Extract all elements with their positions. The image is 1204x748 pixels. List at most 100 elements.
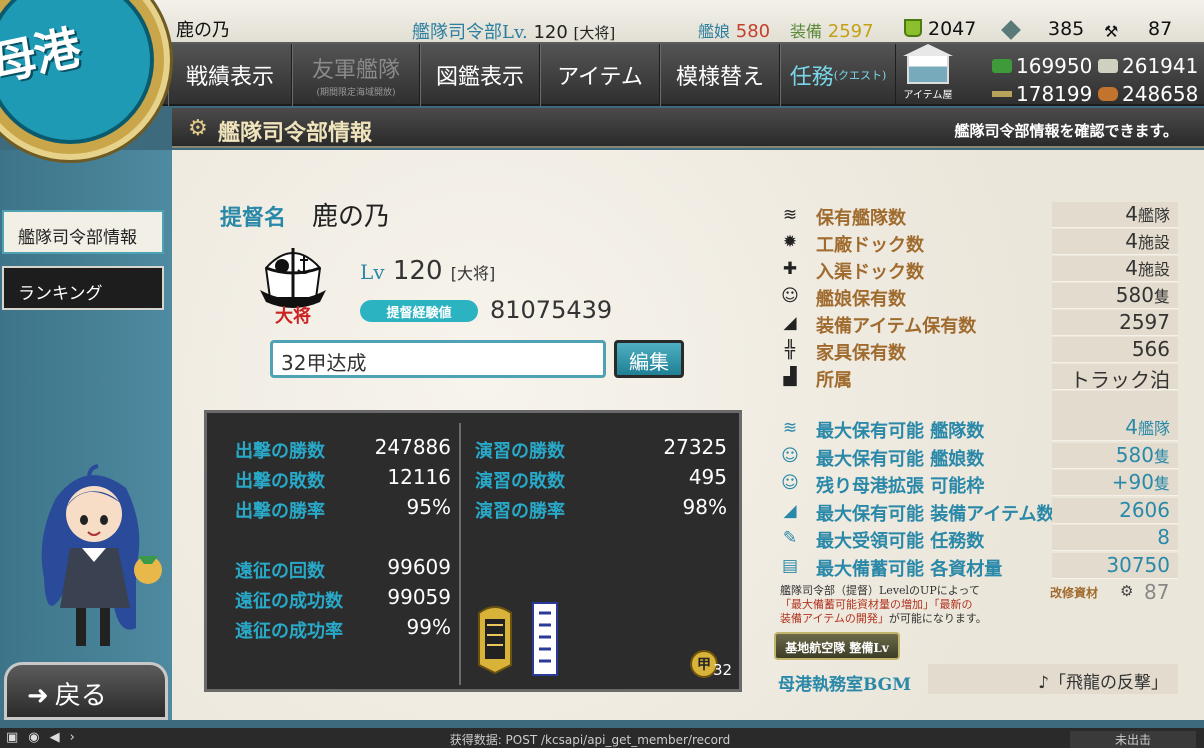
medal-count: 32: [713, 661, 733, 679]
section-title-bar: ⚙ 艦隊司令部情報 艦隊司令部情報を確認できます。: [172, 108, 1204, 148]
record-label: 出撃の勝率: [235, 501, 325, 522]
nav-battle-record[interactable]: 戦績表示: [168, 44, 292, 106]
stat-value: 4: [1125, 256, 1138, 280]
stat-row: ☺ 最大保有可能 艦娘数 580隻: [776, 442, 1178, 470]
stat-label: 工廠ドック数: [816, 235, 924, 256]
level-value: 120: [392, 256, 443, 286]
record-value: 99059: [387, 585, 451, 609]
nav-friend-fleet[interactable]: 友軍艦隊 (期間限定海域開放): [292, 44, 420, 106]
note-line: 「最大備蓄可能資材量の増加」「最新の: [780, 598, 973, 611]
note-line: 装備アイテムの開発」: [780, 612, 889, 625]
stat-icon: ≋: [782, 418, 798, 438]
record-label: 演習の勝数: [475, 441, 565, 462]
stat-label: 艦娘保有数: [816, 289, 906, 310]
screw-resource: ⚒ 87: [1104, 18, 1173, 41]
nav-friend-fleet-sub: (期間限定海域開放): [316, 88, 396, 98]
volume-icon[interactable]: ◀: [50, 730, 70, 745]
stat-icon: ✹: [782, 232, 798, 252]
app-status-bar: ▣◉◀› 获得数据: POST /kcsapi/api_get_member/r…: [0, 728, 1204, 748]
ship-count-label: 艦娘: [698, 22, 731, 41]
emblem-rank-text: 大将: [275, 305, 311, 327]
ribbon-medal-icon: [532, 602, 558, 676]
stat-label: 最大保有可能 艦隊数: [816, 421, 985, 442]
hq-rank: [大将]: [573, 24, 616, 42]
kou-medal-text: 甲: [697, 657, 711, 673]
stat-label: 最大保有可能 装備アイテム数: [816, 503, 1055, 525]
gear-icon: ⚙: [188, 116, 208, 141]
bgm-select[interactable]: ♪「飛龍の反撃」: [928, 664, 1178, 694]
stat-unit: 施設: [1137, 233, 1170, 252]
stat-value-box: 2606: [1052, 497, 1178, 524]
nav-items-label: アイテム: [557, 65, 643, 90]
stat-value-box: 580隻: [1052, 283, 1178, 309]
hq-level: 艦隊司令部Lv. 120 [大将]: [412, 18, 615, 44]
stat-label: 家具保有数: [816, 343, 906, 364]
camera-icon[interactable]: ◉: [28, 730, 49, 745]
stat-value: 4: [1125, 229, 1138, 253]
stat-value: 566: [1131, 337, 1170, 361]
stat-row: ☺ 艦娘保有数 580隻: [776, 283, 1178, 310]
logo-inner: 母港: [0, 0, 154, 144]
stat-value-box: 4施設: [1052, 256, 1178, 282]
screw-value: 87: [1148, 18, 1173, 40]
bucket-resource: 2047: [904, 18, 976, 40]
bucket-icon: [904, 19, 922, 37]
bauxite-value: 248658: [1122, 82, 1199, 106]
rank-emblem: 大将: [260, 248, 326, 327]
back-button[interactable]: ➜ 戻る: [4, 662, 168, 720]
comment-field[interactable]: 32甲达成: [270, 340, 606, 378]
ammo-value: 261941: [1122, 54, 1199, 78]
stat-value-box: 30750: [1052, 552, 1178, 579]
bauxite-resource: 248658: [1098, 82, 1198, 106]
stat-value-box: 4艦隊: [1052, 202, 1178, 228]
shop-icon: [903, 44, 953, 84]
hq-level-value: 120: [533, 22, 568, 43]
stat-label: 所属: [816, 370, 852, 391]
fuel-resource: 169950: [992, 54, 1092, 78]
edit-button[interactable]: 編集: [614, 340, 684, 378]
stat-row: ◢ 最大保有可能 装備アイテム数 2606: [776, 497, 1178, 525]
ammo-resource: 261941: [1098, 54, 1198, 78]
record-value: 98%: [682, 495, 727, 519]
equip-count-value: 2597: [827, 21, 874, 42]
improvement-material-label: 改修資材: [1050, 586, 1099, 600]
stat-label: 最大備蓄可能 各資材量: [816, 558, 1003, 580]
nav-encyclopedia-label: 図鑑表示: [435, 65, 524, 90]
stat-row: ≋ 保有艦隊数 4艦隊: [776, 202, 1178, 229]
stat-unit: 隻: [1153, 446, 1170, 466]
rank-label: [大将]: [450, 264, 496, 283]
record-divider: [459, 423, 461, 685]
hq-level-label: 艦隊司令部Lv.: [412, 22, 528, 43]
stat-label: 最大保有可能 艦娘数: [816, 448, 985, 470]
sidebar-item-hq-info[interactable]: 艦隊司令部情報: [2, 210, 164, 254]
top-status-bar: 鹿の乃 艦隊司令部Lv. 120 [大将] 艦娘 580 装備 2597 204…: [0, 0, 1204, 44]
record-label: 出撃の勝数: [235, 441, 325, 462]
nav-quest[interactable]: 任務 (クエスト): [780, 44, 896, 106]
nav-furniture[interactable]: 模様替え: [660, 44, 780, 106]
stat-unit: 艦隊: [1137, 419, 1170, 438]
bauxite-icon: [1098, 87, 1118, 101]
home-port-logo[interactable]: 母港: [0, 0, 170, 160]
nav-items[interactable]: アイテム: [540, 44, 660, 106]
stat-value: 2606: [1119, 497, 1170, 522]
stat-value-box: +90隻: [1052, 470, 1178, 496]
chevron-right-icon[interactable]: ›: [70, 730, 85, 745]
stat-label: 装備アイテム保有数: [816, 316, 977, 337]
admiral-level: Lv 120 [大将]: [360, 256, 495, 286]
exp-badge: 提督経験値: [360, 300, 478, 322]
stat-row: ☺ 残り母港拡張 可能枠 +90隻: [776, 470, 1178, 497]
nav-encyclopedia[interactable]: 図鑑表示: [420, 44, 540, 106]
stat-unit: 隻: [1153, 474, 1170, 493]
terminal-icon[interactable]: ▣: [6, 730, 28, 745]
equip-count: 装備 2597: [790, 18, 874, 42]
stat-unit: 艦隊: [1137, 206, 1170, 225]
steel-icon: [992, 91, 1012, 97]
record-value: 27325: [663, 435, 727, 459]
stat-unit: 施設: [1137, 260, 1170, 279]
item-shop-button[interactable]: アイテム屋: [897, 44, 959, 102]
sidebar-item-ranking[interactable]: ランキング: [2, 266, 164, 310]
status-message: 获得数据: POST /kcsapi/api_get_member/record: [449, 733, 731, 747]
base-air-corps-button[interactable]: 基地航空隊 整備Lv: [774, 632, 900, 660]
equip-count-label: 装備: [790, 22, 823, 41]
stat-value-box: 4艦隊: [1052, 415, 1178, 441]
